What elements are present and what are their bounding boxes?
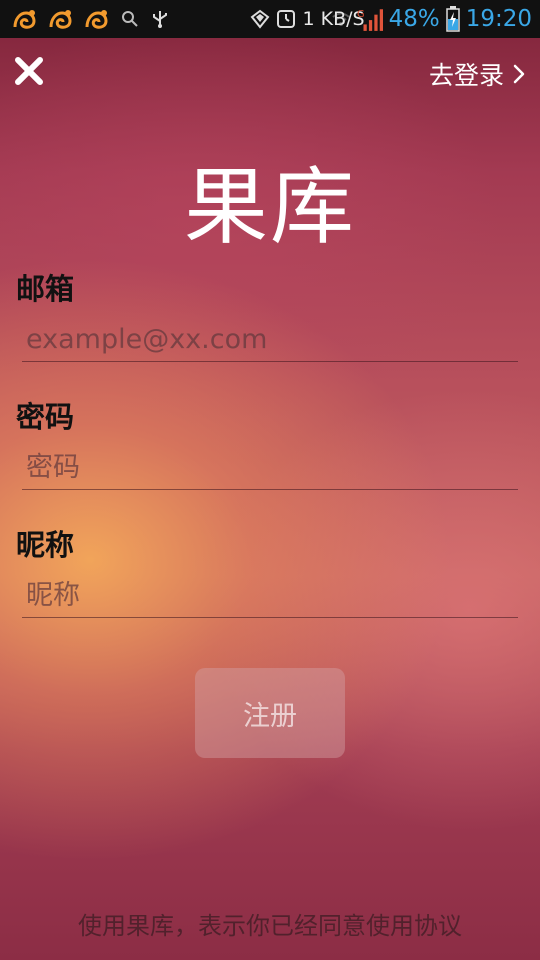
- close-icon: [15, 57, 43, 85]
- password-label: 密码: [16, 400, 75, 434]
- status-bar: 1 KB/S G 48% 19:20: [0, 0, 540, 38]
- battery-percent: 48%: [388, 6, 440, 32]
- wifi-icon: [331, 12, 350, 26]
- network-type: G: [357, 9, 365, 20]
- usb-icon: [153, 11, 167, 28]
- register-screen: 1 KB/S G 48% 19:20 去登录 果库 邮箱 example@xx.…: [0, 0, 540, 960]
- go-login-label: 去登录: [428, 61, 504, 90]
- agreement-link[interactable]: 使用果库，表示你已经同意使用协议: [0, 906, 540, 941]
- uc-browser-icon: [13, 10, 36, 29]
- email-field[interactable]: [22, 318, 518, 362]
- register-button[interactable]: 注册: [195, 668, 345, 758]
- status-bar-notifications: [12, 7, 170, 31]
- go-login-link[interactable]: 去登录: [429, 56, 526, 92]
- status-bar-system: 1 KB/S G 48% 19:20: [250, 6, 532, 32]
- close-button[interactable]: [14, 56, 44, 86]
- chevron-right-icon: [513, 64, 525, 84]
- clock-icon: [277, 10, 296, 28]
- nickname-field[interactable]: [22, 574, 518, 618]
- vpn-icon: [251, 9, 270, 29]
- battery-charging-icon: [445, 6, 460, 32]
- nickname-label: 昵称: [16, 528, 75, 562]
- password-field[interactable]: [22, 446, 518, 490]
- search-icon: [122, 11, 138, 27]
- uc-browser-icon: [85, 10, 108, 29]
- clock-time: 19:20: [465, 6, 532, 32]
- app-title: 果库: [183, 158, 356, 256]
- email-label: 邮箱: [16, 272, 75, 306]
- signal-icon: G: [357, 9, 383, 31]
- uc-browser-icon: [49, 10, 72, 29]
